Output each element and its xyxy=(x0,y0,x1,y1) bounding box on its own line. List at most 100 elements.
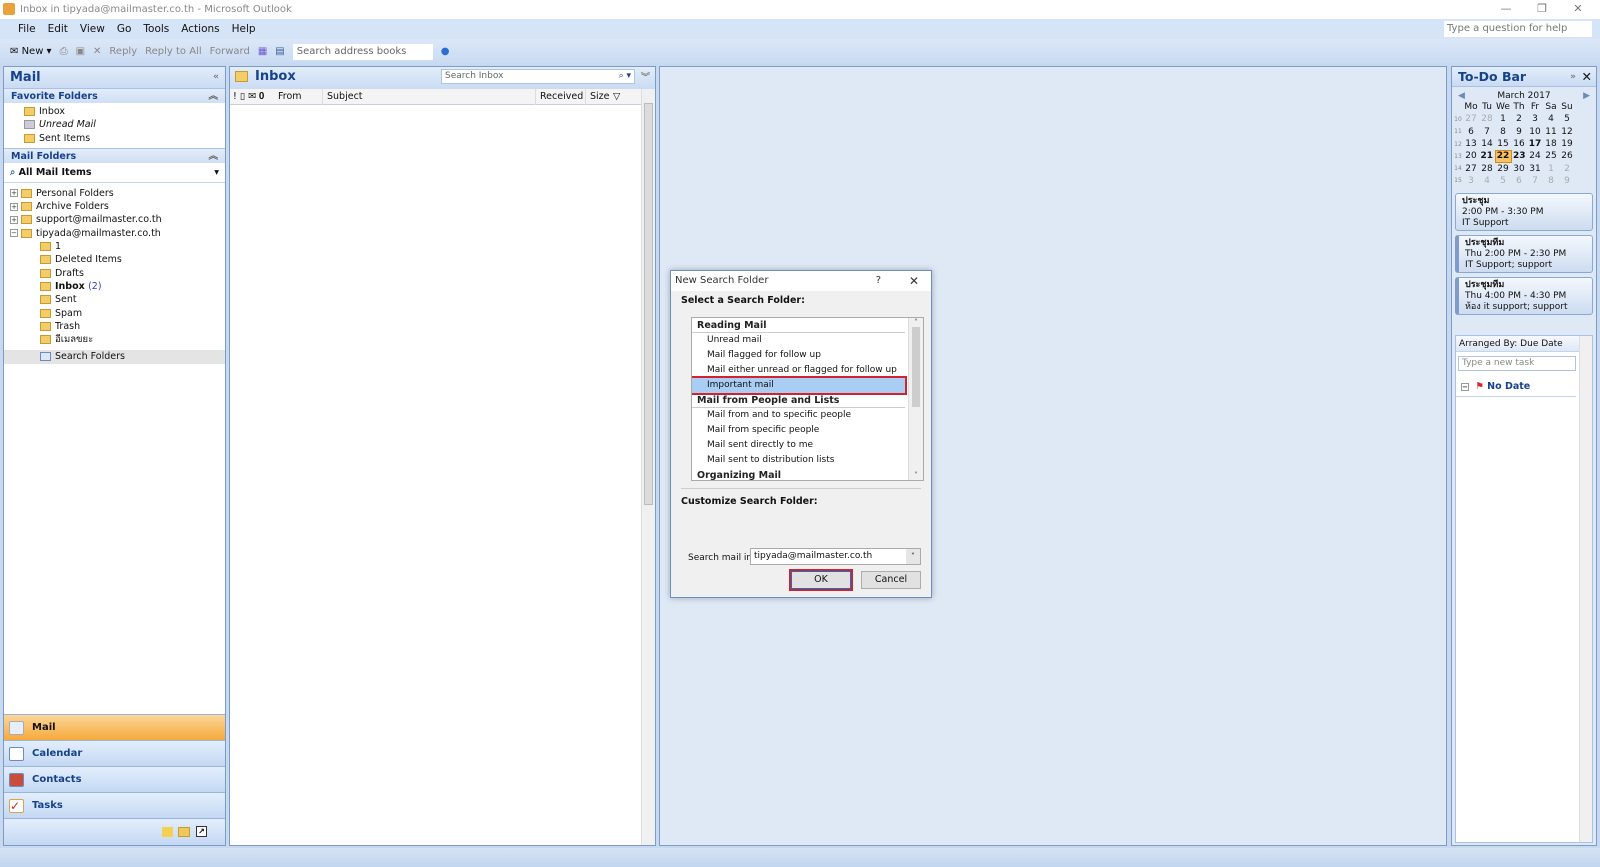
minimize-button[interactable]: — xyxy=(1488,0,1524,19)
scroll-thumb[interactable] xyxy=(644,103,653,505)
calendar-day[interactable]: 5 xyxy=(1559,113,1575,125)
nav-button-calendar[interactable]: Calendar xyxy=(4,740,225,766)
calendar-day[interactable]: 27 xyxy=(1463,113,1479,125)
menu-tools[interactable]: Tools xyxy=(137,23,175,35)
list-item[interactable]: Mail either unread or flagged for follow… xyxy=(692,363,923,378)
calendar-day[interactable]: 11 xyxy=(1543,126,1559,138)
calendar-day[interactable]: 8 xyxy=(1495,126,1511,138)
expand-icon[interactable]: » xyxy=(1570,67,1576,87)
mail-folders-header[interactable]: Mail Folders ︽ xyxy=(4,147,225,164)
favorite-folders-header[interactable]: Favorite Folders ︽ xyxy=(4,88,225,103)
filter-icon[interactable]: ▽ xyxy=(613,89,620,105)
column-from[interactable]: From xyxy=(278,89,302,105)
search-icon[interactable]: ⌕ ▾ xyxy=(619,70,631,83)
chevron-up-icon[interactable]: ︽ xyxy=(208,149,218,164)
collapse-icon[interactable]: − xyxy=(1461,382,1469,391)
list-item[interactable]: Mail from specific people xyxy=(692,423,923,438)
search-folder-list[interactable]: ˄ ˅ Reading Mail Unread mail Mail flagged … xyxy=(691,317,924,481)
calendar-day[interactable]: 12 xyxy=(1559,126,1575,138)
nav-button-mail[interactable]: Mail xyxy=(4,714,225,740)
folder-list-icon[interactable] xyxy=(178,827,190,837)
chevron-up-icon[interactable]: ︽ xyxy=(208,89,218,104)
column-received[interactable]: Received xyxy=(535,89,583,105)
folder-trash[interactable]: Trash xyxy=(40,320,225,333)
cancel-button[interactable]: Cancel xyxy=(861,571,921,589)
calendar-day[interactable]: 7 xyxy=(1527,175,1543,187)
list-scrollbar[interactable]: ˄ ˅ xyxy=(908,318,923,480)
expand-icon[interactable]: + xyxy=(10,189,18,198)
calendar-day[interactable]: 5 xyxy=(1495,175,1511,187)
calendar-day[interactable]: 1 xyxy=(1543,162,1559,174)
importance-column-icon[interactable]: ! ▯ ✉ 𝟎 xyxy=(233,89,264,105)
calendar-day[interactable]: 31 xyxy=(1527,162,1543,174)
search-folders[interactable]: Search Folders xyxy=(4,350,225,365)
calendar-day[interactable]: 28 xyxy=(1479,113,1495,125)
calendar-day[interactable]: 8 xyxy=(1543,175,1559,187)
calendar-day[interactable]: 26 xyxy=(1559,150,1575,162)
close-button[interactable]: ✕ xyxy=(1560,0,1596,19)
calendar-day[interactable]: 14 xyxy=(1479,138,1495,150)
list-item[interactable]: Mail flagged for follow up xyxy=(692,348,923,363)
no-date-group[interactable]: − ⚑ No Date xyxy=(1456,381,1576,397)
dropdown-arrow-icon[interactable]: ˅ xyxy=(906,549,920,564)
send-receive-icon[interactable]: ▦ xyxy=(258,46,267,57)
folder-spam[interactable]: Spam xyxy=(40,307,225,320)
calendar-day[interactable]: 9 xyxy=(1511,126,1527,138)
move-icon[interactable]: ▣ xyxy=(76,46,85,57)
arranged-by-header[interactable]: Arranged By: Due Date xyxy=(1456,336,1592,352)
collapse-icon[interactable]: « xyxy=(213,67,219,88)
calendar-day[interactable]: 3 xyxy=(1527,113,1543,125)
list-item[interactable]: Mail sent to distribution lists xyxy=(692,453,923,468)
calendar-day[interactable]: 17 xyxy=(1527,138,1543,150)
column-subject[interactable]: Subject xyxy=(322,89,363,105)
collapse-icon[interactable]: − xyxy=(10,229,18,238)
calendar-day[interactable]: 27 xyxy=(1463,162,1479,174)
calendar-day[interactable]: 4 xyxy=(1543,113,1559,125)
reply-button[interactable]: Reply xyxy=(109,46,137,57)
calendar-day[interactable]: 7 xyxy=(1479,126,1495,138)
calendar-day[interactable]: 6 xyxy=(1511,175,1527,187)
calendar-day[interactable]: 10 xyxy=(1527,126,1543,138)
help-search-input[interactable]: Type a question for help xyxy=(1444,21,1592,37)
help-icon[interactable]: ● xyxy=(441,46,450,57)
menu-file[interactable]: File xyxy=(12,23,42,35)
expand-chevron-icon[interactable]: ︾ xyxy=(641,70,650,83)
calendar-day[interactable]: 2 xyxy=(1511,113,1527,125)
notes-icon[interactable] xyxy=(162,827,173,837)
calendar-day[interactable]: 4 xyxy=(1479,175,1495,187)
nav-button-contacts[interactable]: Contacts xyxy=(4,766,225,792)
scroll-up-icon[interactable]: ˄ xyxy=(909,318,923,327)
folder-drafts[interactable]: Drafts xyxy=(40,267,225,280)
menu-view[interactable]: View xyxy=(74,23,111,35)
print-icon[interactable]: ⎙ xyxy=(60,46,68,57)
calendar-day[interactable]: 20 xyxy=(1463,150,1479,162)
folder-archive[interactable]: + Archive Folders xyxy=(10,200,225,213)
calendar-day[interactable]: 13 xyxy=(1463,138,1479,150)
calendar-day[interactable]: 1 xyxy=(1495,113,1511,125)
appointment[interactable]: ประชุม 2:00 PM - 3:30 PM IT Support xyxy=(1455,193,1593,232)
folder-deleted-items[interactable]: Deleted Items xyxy=(40,253,225,266)
folder-support[interactable]: + support@mailmaster.co.th xyxy=(10,213,225,226)
all-mail-items-dropdown[interactable]: ⌕ All Mail Items ▾ xyxy=(4,163,225,183)
calendar-day[interactable]: 3 xyxy=(1463,175,1479,187)
calendar-day[interactable]: 21 xyxy=(1479,150,1495,162)
ok-button[interactable]: OK xyxy=(789,569,853,591)
appointment[interactable]: ประชุมทีม Thu 4:00 PM - 4:30 PM ห้อง it su… xyxy=(1455,277,1593,316)
favorite-sent-items[interactable]: Sent Items xyxy=(24,132,225,145)
calendar-day[interactable]: 22 xyxy=(1494,149,1512,163)
expand-icon[interactable]: + xyxy=(10,202,18,211)
nav-button-tasks[interactable]: ✓ Tasks xyxy=(4,792,225,818)
restore-button[interactable]: ❐ xyxy=(1524,0,1560,19)
prev-month-icon[interactable]: ◀ xyxy=(1458,91,1465,101)
calendar-day[interactable]: 16 xyxy=(1511,138,1527,150)
calendar-day[interactable]: 24 xyxy=(1527,150,1543,162)
list-item[interactable]: Mail sent directly to me xyxy=(692,438,923,453)
calendar-day[interactable]: 19 xyxy=(1559,138,1575,150)
shortcuts-icon[interactable]: ↗ xyxy=(196,826,207,837)
address-book-icon[interactable]: ▤ xyxy=(275,46,284,57)
favorite-inbox[interactable]: Inbox xyxy=(24,105,225,118)
calendar-day[interactable]: 23 xyxy=(1511,150,1527,162)
menu-edit[interactable]: Edit xyxy=(42,23,74,35)
inbox-scrollbar[interactable] xyxy=(641,89,655,845)
folder-personal[interactable]: + Personal Folders xyxy=(10,187,225,200)
